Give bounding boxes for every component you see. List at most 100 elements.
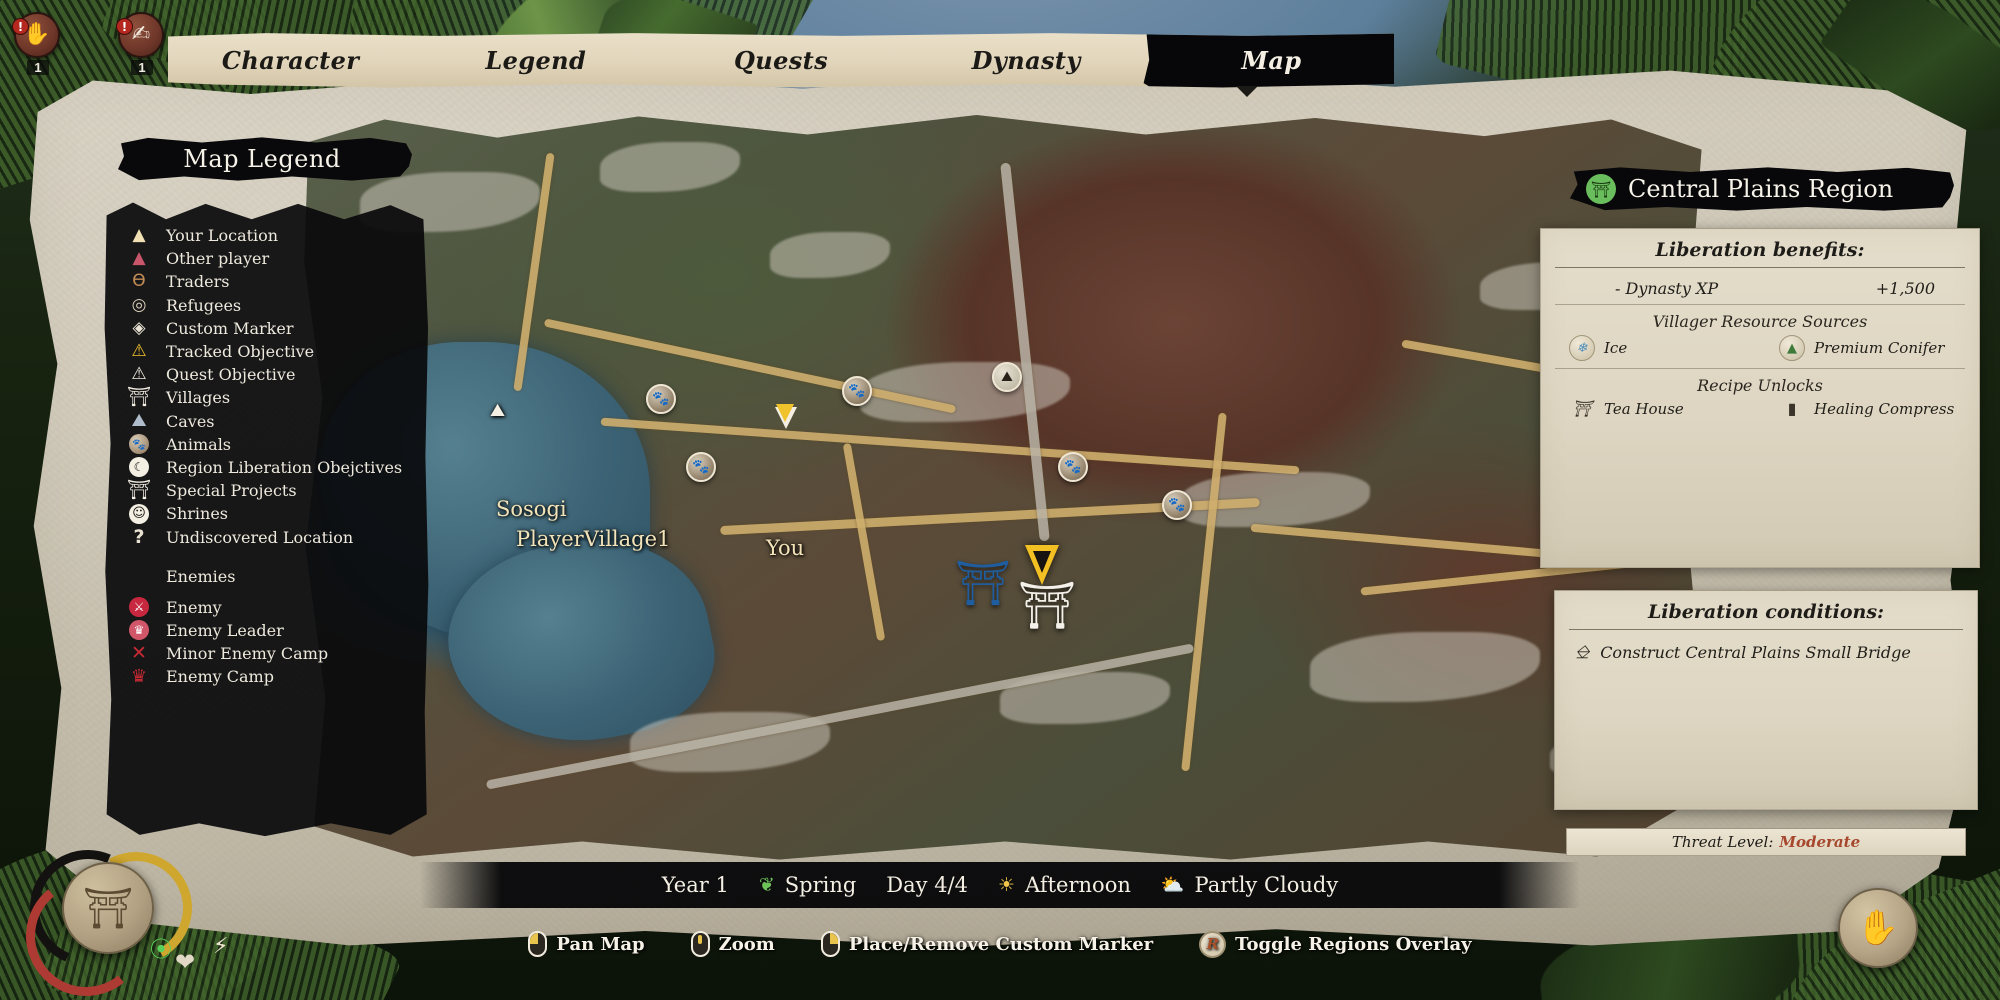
refugees-icon: ◎ (131, 294, 147, 315)
tea-house-icon: ⛩ (1571, 399, 1593, 418)
legend-item-other-player: ▲ Other player (126, 247, 420, 270)
threat-level-label: Threat Level: (1671, 833, 1774, 851)
village-marker-playervillage1[interactable]: ⛩ (1018, 582, 1076, 628)
legend-item-special-projects: ⛩ Special Projects (126, 479, 420, 502)
resource-item-premium-conifer: ▲ Premium Conifer (1755, 335, 1965, 361)
legend-item-label: Enemy Leader (166, 620, 284, 640)
animals-icon: 🐾 (686, 452, 716, 482)
special-projects-icon: ⛩ (126, 479, 152, 502)
map-canvas[interactable]: ⛩ ⛩ 🐾 🐾 🐾 🐾 🐾 ⛰ ⛰ Sosogi PlayerVillage1 … (304, 115, 1705, 860)
quest-badge-scroll[interactable]: ✍ ! 1 (116, 12, 166, 75)
benefit-label: - Dynasty XP (1615, 279, 1719, 298)
legend-item-label: Villages (166, 388, 231, 408)
quest-objective-icon: ⚠ (131, 364, 147, 385)
left-mouse-button-icon (528, 931, 548, 957)
tab-character[interactable]: Character (168, 38, 413, 83)
hint-pan-map[interactable]: Pan Map (528, 931, 645, 957)
scroll-icon: ✍ ! (116, 12, 164, 58)
animals-icon: 🐾 (842, 376, 872, 406)
animal-marker[interactable]: 🐾 (646, 384, 676, 414)
animals-icon: 🐾 (1162, 490, 1192, 520)
time-status-bar: Year 1 ❦ Spring Day 4/4 ☀ Afternoon ⛅ Pa… (420, 862, 1580, 908)
legend-item-label: Region Liberation Obejctives (166, 457, 403, 477)
hint-label: Zoom (718, 933, 775, 955)
status-season: ❦ Spring (759, 873, 856, 897)
animal-marker[interactable]: 🐾 (842, 376, 872, 406)
villages-icon: ⛩ (126, 386, 152, 409)
legend-item-region-liberation: ☾ Region Liberation Obejctives (126, 456, 420, 479)
legend-item-your-location: ▲ Your Location (126, 224, 420, 247)
condition-row-bridge: ⎒ Construct Central Plains Small Bridge (1569, 638, 1963, 663)
legend-item-enemy: ⚔ Enemy (126, 596, 420, 619)
shrines-icon: ☺ (126, 503, 152, 524)
map-label-playervillage1: PlayerVillage1 (516, 527, 671, 551)
health-pip-icon: ❤ (175, 948, 196, 976)
tab-map[interactable]: Map (1149, 38, 1394, 83)
badge-count: 1 (131, 60, 153, 75)
hand-offering-icon: ✋ ! (12, 12, 60, 58)
status-time-of-day: ☀ Afternoon (998, 873, 1131, 897)
undiscovered-location-icon: ? (133, 525, 145, 548)
region-liberation-icon: ☾ (126, 457, 152, 478)
legend-item-animals: 🐾 Animals (126, 433, 420, 456)
legend-item-label: Caves (166, 411, 215, 431)
badge-count: 1 (27, 60, 49, 75)
legend-item-label: Tracked Objective (166, 342, 315, 362)
recipe-label: Tea House (1604, 399, 1684, 418)
tab-legend[interactable]: Legend (413, 38, 658, 83)
cave-marker[interactable]: ⛰ (992, 362, 1022, 392)
caves-icon: ⛰ (131, 410, 147, 432)
stamina-pip-icon: ⦿ (150, 938, 173, 963)
quest-badge-offering[interactable]: ✋ ! 1 (12, 12, 62, 75)
benefit-row-dynasty-xp: - Dynasty XP +1,500 (1555, 276, 1965, 305)
tab-dynasty[interactable]: Dynasty (904, 38, 1149, 83)
legend-item-traders: ϴ Traders (126, 270, 420, 293)
middle-mouse-wheel-icon (690, 931, 710, 957)
legend-item-label: Minor Enemy Camp (166, 644, 329, 664)
weather-label: Partly Cloudy (1194, 873, 1339, 897)
recipe-label: Healing Compress (1814, 399, 1955, 418)
region-title-banner: ⛩ Central Plains Region (1569, 167, 1954, 211)
control-hints-bar: Pan Map Zoom Place/Remove Custom Marker … (0, 918, 2000, 970)
map-legend-header: Map Legend (118, 137, 412, 181)
region-banner-icon: ⛩ (1586, 174, 1616, 204)
hint-toggle-regions[interactable]: R Toggle Regions Overlay (1199, 930, 1472, 958)
legend-item-label: Quest Objective (166, 365, 296, 385)
player-location-marker (1025, 545, 1059, 585)
active-tab-caret-icon (1236, 86, 1258, 97)
right-mouse-button-icon (820, 931, 840, 957)
healing-compress-icon: ▮ (1787, 399, 1797, 418)
r-key-icon: R (1199, 930, 1227, 958)
animal-marker[interactable]: 🐾 (1162, 490, 1192, 520)
status-day: Day 4/4 (886, 873, 968, 897)
time-of-day-label: Afternoon (1025, 873, 1131, 897)
legend-enemies-header: Enemies (166, 566, 236, 586)
map-legend-title-text: Map Legend (183, 145, 341, 173)
legend-item-villages: ⛩ Villages (126, 386, 420, 409)
animal-marker[interactable]: 🐾 (686, 452, 716, 482)
other-player-icon: ▲ (132, 248, 146, 269)
player-location-icon: ▲ (132, 225, 146, 246)
ice-cube-icon: ❄ (1569, 335, 1595, 361)
animals-icon: 🐾 (1058, 452, 1088, 482)
status-weather: ⛅ Partly Cloudy (1161, 873, 1338, 897)
animal-marker[interactable]: 🐾 (1058, 452, 1088, 482)
villager-resource-sources-header: Villager Resource Sources (1652, 312, 1868, 331)
threat-level-bar: Threat Level: Moderate (1566, 828, 1966, 856)
resource-label: Premium Conifer (1814, 339, 1945, 357)
map-label-sosogi: Sosogi (496, 497, 567, 521)
hint-custom-marker[interactable]: Place/Remove Custom Marker (820, 931, 1153, 957)
season-label: Spring (784, 873, 857, 897)
conifer-tree-icon: ▲ (1779, 335, 1805, 361)
legend-item-label: Undiscovered Location (166, 527, 354, 547)
minor-enemy-camp-icon: ✕ (131, 642, 147, 665)
interaction-emblem: ✋ (1838, 888, 1918, 968)
main-tab-bar[interactable]: Character Legend Quests Dynasty Map (168, 33, 1394, 88)
tracked-objective-marker[interactable] (776, 404, 794, 422)
recipe-unlocks-header: Recipe Unlocks (1697, 376, 1823, 395)
liberation-benefits-panel: Liberation benefits: - Dynasty XP +1,500… (1540, 228, 1980, 568)
animals-icon: 🐾 (646, 384, 676, 414)
tab-quests[interactable]: Quests (658, 38, 903, 83)
village-marker-sosogi[interactable]: ⛩ (955, 562, 1011, 606)
hint-zoom[interactable]: Zoom (690, 931, 775, 957)
